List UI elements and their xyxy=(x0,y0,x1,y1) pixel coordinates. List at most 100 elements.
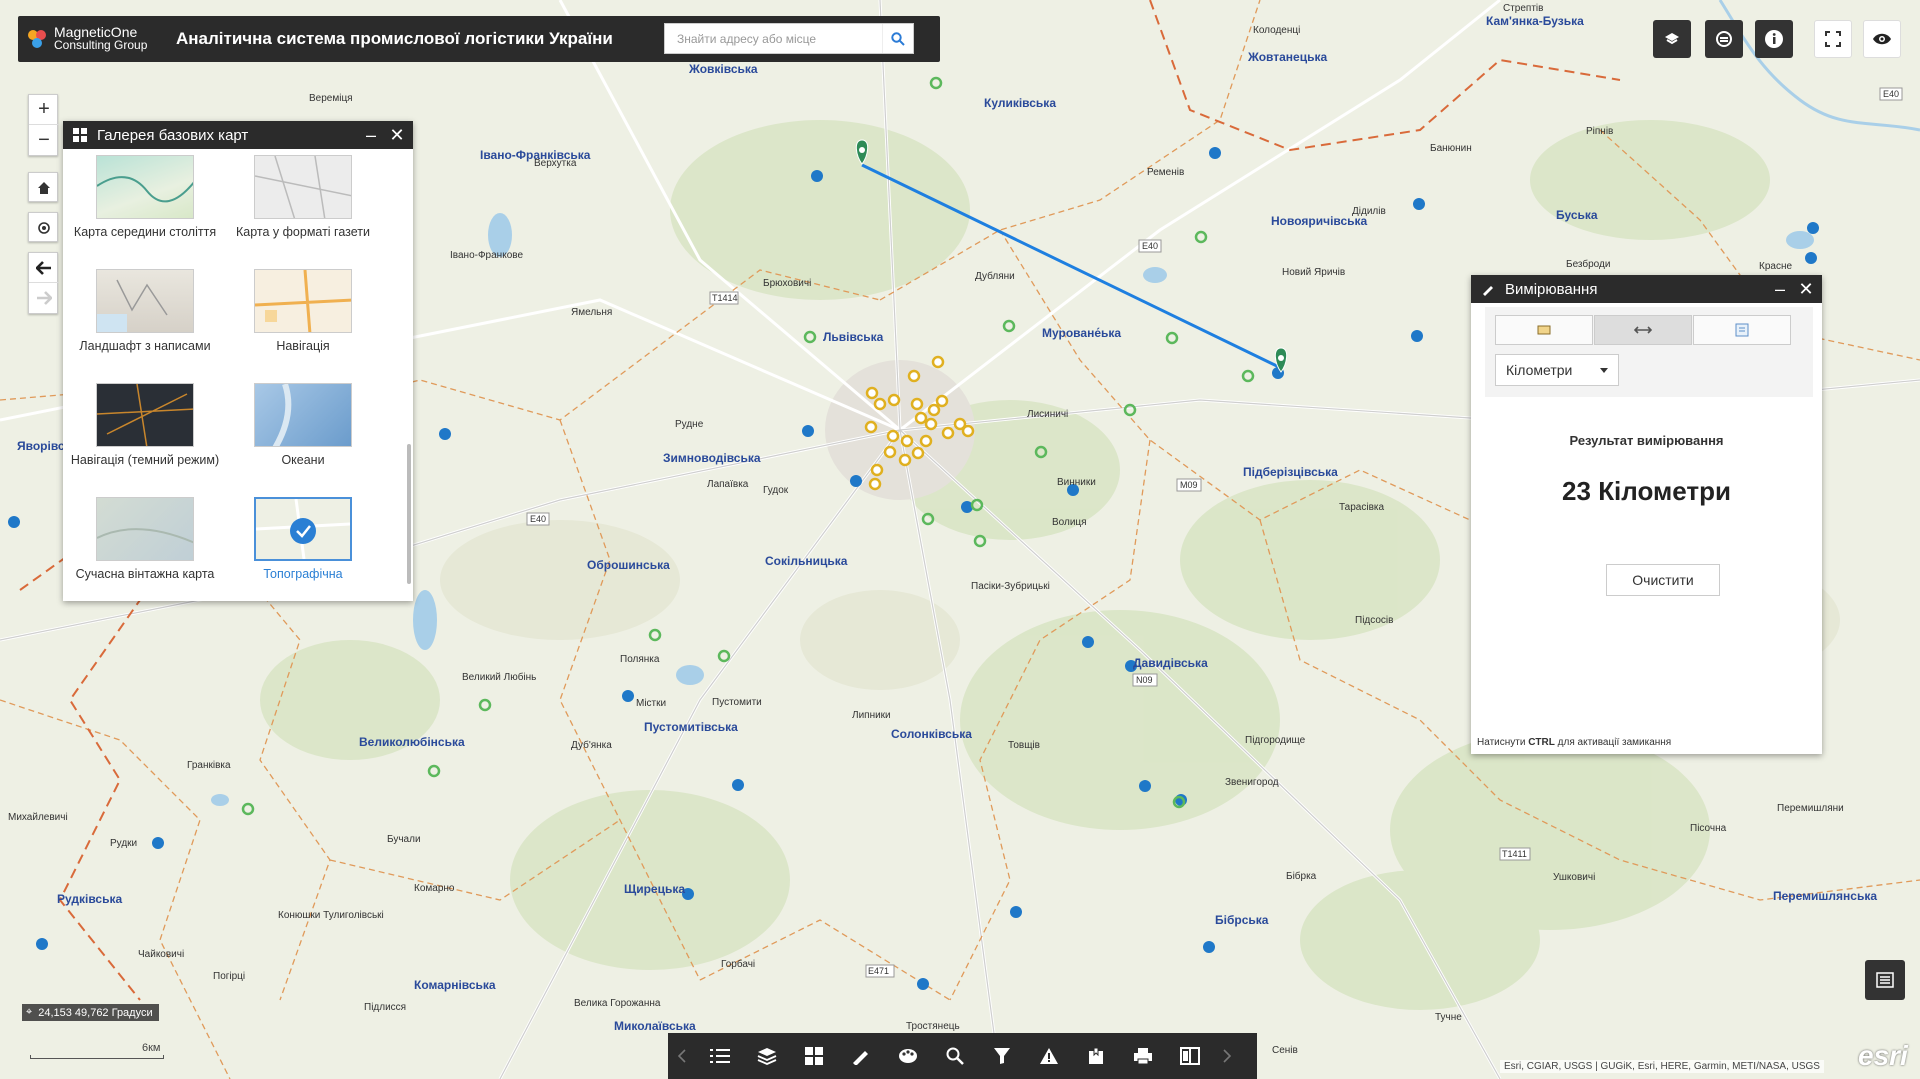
svg-text:Верхутка: Верхутка xyxy=(534,158,577,169)
search-input[interactable] xyxy=(665,24,899,54)
area-icon xyxy=(1537,325,1551,335)
coordinate-readout[interactable]: ⌖ 24,153 49,762 Градуси xyxy=(22,1004,159,1021)
svg-text:Лисиничі: Лисиничі xyxy=(1027,409,1068,420)
print-button[interactable] xyxy=(1119,1033,1166,1079)
palette-icon xyxy=(898,1049,917,1063)
close-button[interactable]: ✕ xyxy=(1794,275,1818,303)
layer-list-button[interactable] xyxy=(1653,20,1691,58)
svg-text:T1411: T1411 xyxy=(1502,849,1527,859)
fullscreen-button[interactable] xyxy=(1814,20,1852,58)
basemap-gallery-panel: Галерея базових карт – ✕ Карта середини … xyxy=(63,121,413,601)
swipe-button[interactable] xyxy=(1705,20,1743,58)
svg-text:Пісочна: Пісочна xyxy=(1690,823,1727,834)
about-button[interactable] xyxy=(1755,20,1793,58)
svg-text:E40: E40 xyxy=(1883,89,1899,99)
basemap-thumbnail xyxy=(254,155,352,219)
basemap-item[interactable]: Океани xyxy=(224,383,382,467)
svg-text:Банюнин: Банюнин xyxy=(1430,143,1472,154)
basemap-item[interactable]: Карта середини століття xyxy=(66,155,224,239)
svg-text:Кам'янка-Бузька: Кам'янка-Бузька xyxy=(1486,14,1584,28)
svg-text:Рудківська: Рудківська xyxy=(57,892,122,906)
svg-text:Великий Любінь: Великий Любінь xyxy=(462,671,536,683)
filter-button[interactable] xyxy=(978,1033,1025,1079)
esri-logo[interactable]: esri xyxy=(1858,1040,1908,1072)
svg-text:T1414: T1414 xyxy=(712,293,738,303)
location-tool-button[interactable] xyxy=(1693,315,1791,345)
close-button[interactable]: ✕ xyxy=(385,121,409,149)
minimize-icon: – xyxy=(365,124,376,145)
previous-extent-button[interactable] xyxy=(29,253,59,283)
svg-text:Сенів: Сенів xyxy=(1272,1045,1298,1056)
basemap-item[interactable]: Навігація (темний режим) xyxy=(66,383,224,467)
svg-text:Оброшинська: Оброшинська xyxy=(587,558,670,572)
area-tool-button[interactable] xyxy=(1495,315,1593,345)
zoom-in-button[interactable]: + xyxy=(29,95,59,125)
basemap-item[interactable]: Ландшафт з написами xyxy=(66,269,224,353)
unit-select[interactable]: Кілометри xyxy=(1495,354,1619,386)
map-attribution[interactable]: Esri, CGIAR, USGS | GUGiK, Esri, HERE, G… xyxy=(1500,1060,1824,1073)
basemap-thumbnail xyxy=(96,383,194,447)
bookmark-button[interactable] xyxy=(1072,1033,1119,1079)
minimize-button[interactable]: – xyxy=(1768,275,1792,303)
svg-text:Містки: Містки xyxy=(636,698,666,709)
home-icon xyxy=(38,182,50,194)
svg-text:Тучне: Тучне xyxy=(1435,1012,1462,1023)
search-button[interactable] xyxy=(882,24,913,53)
toolbar-prev-button[interactable] xyxy=(668,1033,696,1079)
layers-button[interactable] xyxy=(743,1033,790,1079)
basemap-label: Сучасна вінтажна карта xyxy=(75,567,215,581)
svg-text:Ямельня: Ямельня xyxy=(571,307,612,318)
svg-text:Перемишляни: Перемишляни xyxy=(1777,803,1844,814)
svg-text:Колоденці: Колоденці xyxy=(1253,25,1300,36)
view-button[interactable] xyxy=(1863,20,1901,58)
layers-icon xyxy=(757,1048,776,1065)
minus-icon: − xyxy=(38,128,50,151)
svg-text:Великолюбінська: Великолюбінська xyxy=(359,735,465,749)
scale-bar xyxy=(30,1055,164,1059)
svg-text:Велика Горожанна: Велика Горожанна xyxy=(574,998,661,1009)
ruler-icon xyxy=(852,1051,868,1065)
basemap-thumbnail xyxy=(254,269,352,333)
svg-text:Ременів: Ременів xyxy=(1147,167,1184,178)
distance-tool-button[interactable] xyxy=(1594,315,1692,345)
svg-text:Львівська: Львівська xyxy=(823,330,884,344)
legend-button[interactable] xyxy=(1865,960,1905,1000)
svg-text:Івано-Франкове: Івано-Франкове xyxy=(450,250,523,261)
print-icon xyxy=(1133,1048,1152,1065)
svg-text:Лапаївка: Лапаївка xyxy=(707,479,749,490)
basemap-item-selected[interactable]: Топографічна xyxy=(224,497,382,581)
draw-button[interactable] xyxy=(884,1033,931,1079)
next-extent-button[interactable] xyxy=(29,283,59,313)
locate-button[interactable] xyxy=(29,213,59,243)
svg-text:Пустомитівська: Пустомитівська xyxy=(644,720,738,734)
gallery-scrollbar[interactable] xyxy=(407,444,411,584)
clear-button[interactable]: Очистити xyxy=(1606,564,1720,596)
basemap-label: Карта у форматі газети xyxy=(235,225,370,239)
svg-text:Красне: Красне xyxy=(1759,261,1792,272)
svg-text:Погірці: Погірці xyxy=(213,971,245,982)
filter-icon xyxy=(993,1048,1010,1064)
svg-text:Тарасівка: Тарасівка xyxy=(1339,502,1384,513)
svg-text:Винники: Винники xyxy=(1057,477,1096,488)
query-button[interactable] xyxy=(931,1033,978,1079)
basemap-item[interactable]: Карта у форматі газети xyxy=(224,155,382,239)
basemap-item[interactable]: Навігація xyxy=(224,269,382,353)
minimize-button[interactable]: – xyxy=(359,121,383,149)
home-button[interactable] xyxy=(29,173,59,203)
zoom-search-icon xyxy=(946,1047,964,1065)
warning-button[interactable] xyxy=(1025,1033,1072,1079)
plus-icon: + xyxy=(38,98,50,120)
basemap-item[interactable]: Сучасна вінтажна карта xyxy=(66,497,224,581)
zoom-out-button[interactable]: − xyxy=(29,125,59,155)
logo-line2: Consulting Group xyxy=(54,38,148,52)
basemap-label: Топографічна xyxy=(263,567,343,581)
toolbar-next-button[interactable] xyxy=(1213,1033,1241,1079)
locate-control xyxy=(28,212,58,242)
eye-icon xyxy=(1873,33,1891,45)
legend-list-button[interactable] xyxy=(696,1033,743,1079)
close-icon: ✕ xyxy=(1798,278,1814,299)
swipe-tool-button[interactable] xyxy=(1166,1033,1213,1079)
snap-hint: Натиснути CTRL для активації замикання xyxy=(1477,737,1671,748)
basemap-gallery-button[interactable] xyxy=(790,1033,837,1079)
measurement-button[interactable] xyxy=(837,1033,884,1079)
